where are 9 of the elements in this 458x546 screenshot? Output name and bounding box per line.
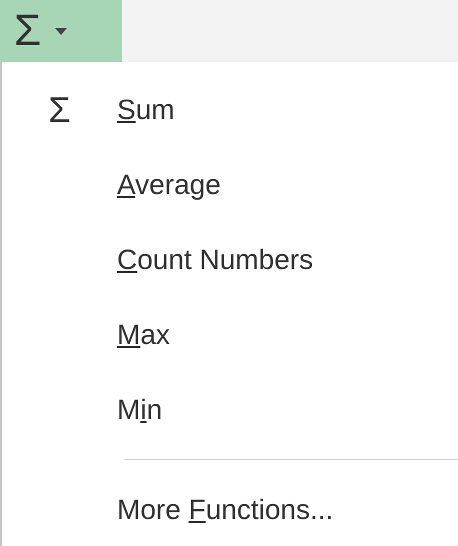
caret-icon — [55, 28, 68, 34]
menu-item[interactable]: Average — [2, 147, 458, 222]
menu-item[interactable]: Σ Sum — [2, 72, 458, 147]
menu-item[interactable]: More Functions... — [2, 472, 458, 546]
menu-item[interactable]: Count Numbers — [2, 222, 458, 297]
menu-item[interactable]: Max — [2, 297, 458, 372]
menu-item[interactable]: Min — [2, 372, 458, 447]
sigma-symbol: Σ — [48, 92, 71, 128]
autosum-button[interactable]: Σ — [0, 0, 122, 62]
